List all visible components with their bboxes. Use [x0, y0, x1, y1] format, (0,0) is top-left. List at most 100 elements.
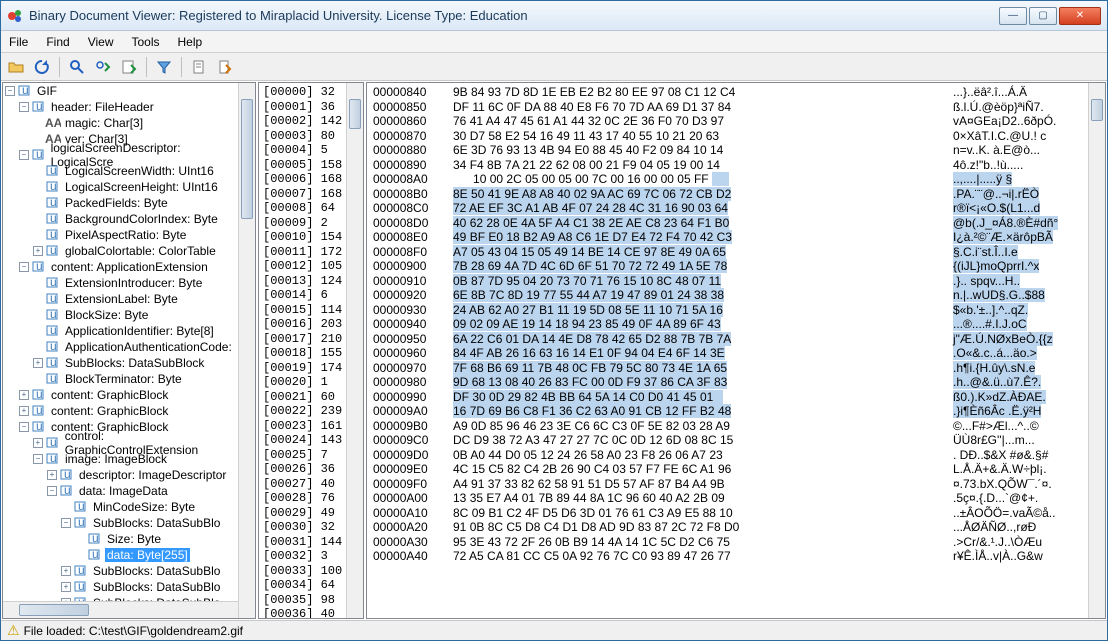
offset-row[interactable]: [00016] 203 [263, 317, 342, 332]
offset-row[interactable]: [00003] 80 [263, 129, 342, 144]
tree-node[interactable]: uBlockSize: Byte [3, 307, 238, 323]
hex-row[interactable]: 000008F0 A7 05 43 04 15 05 49 14 BE 14 C… [373, 245, 1082, 260]
offset-row[interactable]: [00026] 36 [263, 462, 342, 477]
hex-row[interactable]: 00000850 DF 11 6C 0F DA 88 40 E8 F6 70 7… [373, 100, 1082, 115]
hex-row[interactable]: 00000880 6E 3D 76 93 13 4B 94 E0 88 45 4… [373, 143, 1082, 158]
tree-node[interactable]: −uGIF [3, 83, 238, 99]
offset-row[interactable]: [00025] 7 [263, 448, 342, 463]
find-next-button[interactable] [92, 56, 114, 78]
offset-row[interactable]: [00034] 64 [263, 578, 342, 593]
tree-scroll-v[interactable] [238, 83, 255, 618]
tree-node[interactable]: +uSubBlocks: DataSubBlock [3, 355, 238, 371]
tree-node[interactable]: uApplicationIdentifier: Byte[8] [3, 323, 238, 339]
offset-row[interactable]: [00035] 98 [263, 593, 342, 608]
offset-row[interactable]: [00030] 32 [263, 520, 342, 535]
collapse-icon[interactable]: − [47, 486, 57, 496]
offset-row[interactable]: [00018] 155 [263, 346, 342, 361]
offsets-scroll-v[interactable] [346, 83, 363, 618]
offset-row[interactable]: [00022] 239 [263, 404, 342, 419]
hex-row[interactable]: 00000A30 95 3E 43 72 2F 26 0B B9 14 4A 1… [373, 535, 1082, 550]
tree-scroll-h[interactable] [3, 601, 238, 618]
expand-icon[interactable]: + [19, 390, 29, 400]
hex-row[interactable]: 00000950 6A 22 C6 01 DA 14 4E D8 78 42 6… [373, 332, 1082, 347]
tree-node[interactable]: uPackedFields: Byte [3, 195, 238, 211]
expand-icon[interactable]: + [61, 566, 71, 576]
tree-node[interactable]: +uglobalColortable: ColorTable [3, 243, 238, 259]
collapse-icon[interactable]: − [19, 150, 29, 160]
open-button[interactable] [5, 56, 27, 78]
offset-row[interactable]: [00009] 2 [263, 216, 342, 231]
hex-row[interactable]: 000009B0 A9 0D 85 96 46 23 3E C6 6C C3 0… [373, 419, 1082, 434]
expand-icon[interactable]: + [33, 438, 43, 448]
hex-row[interactable]: 00000A20 91 0B 8C C5 D8 C4 D1 D8 AD 9D 8… [373, 520, 1082, 535]
hex-row[interactable]: 00000870 30 D7 58 E2 54 16 49 11 43 17 4… [373, 129, 1082, 144]
offset-row[interactable]: [00005] 158 [263, 158, 342, 173]
tree-node[interactable]: +uSubBlocks: DataSubBlo [3, 563, 238, 579]
offset-row[interactable]: [00013] 124 [263, 274, 342, 289]
offset-row[interactable]: [00027] 40 [263, 477, 342, 492]
menu-file[interactable]: File [9, 35, 28, 49]
hex-row[interactable]: 00000970 7F 68 B6 69 11 7B 48 0C FB 79 5… [373, 361, 1082, 376]
offset-row[interactable]: [00031] 144 [263, 535, 342, 550]
tree-node[interactable]: +ucontent: GraphicBlock [3, 387, 238, 403]
hex-row[interactable]: 000008B0 8E 50 41 9E A8 A8 40 02 9A AC 6… [373, 187, 1082, 202]
offset-row[interactable]: [00017] 210 [263, 332, 342, 347]
tree-node[interactable]: uSize: Byte [3, 531, 238, 547]
doc-button[interactable] [188, 56, 210, 78]
tree-node[interactable]: +ucontent: GraphicBlock [3, 403, 238, 419]
expand-icon[interactable]: + [47, 470, 57, 480]
offset-row[interactable]: [00019] 174 [263, 361, 342, 376]
expand-icon[interactable]: + [19, 406, 29, 416]
tree-node[interactable]: uApplicationAuthenticationCode: [3, 339, 238, 355]
offset-row[interactable]: [00015] 114 [263, 303, 342, 318]
expand-icon[interactable]: + [61, 582, 71, 592]
maximize-button[interactable]: ▢ [1029, 7, 1057, 25]
hex-row[interactable]: 000009D0 0B A0 44 D0 05 12 24 26 58 A0 2… [373, 448, 1082, 463]
hex-row[interactable]: 00000A10 8C 09 B1 C2 4F D5 D6 3D 01 76 6… [373, 506, 1082, 521]
offset-row[interactable]: [00021] 60 [263, 390, 342, 405]
hex-row[interactable]: 00000960 84 4F AB 26 16 63 16 14 E1 0F 9… [373, 346, 1082, 361]
hex-row[interactable]: 00000890 34 F4 8B 7A 21 22 62 08 00 21 F… [373, 158, 1082, 173]
hex-row[interactable]: 000008E0 49 BF E0 18 B2 A9 A8 C6 1E D7 E… [373, 230, 1082, 245]
tree-node[interactable]: uBackgroundColorIndex: Byte [3, 211, 238, 227]
offset-row[interactable]: [00024] 143 [263, 433, 342, 448]
tree-node[interactable]: AAmagic: Char[3] [3, 115, 238, 131]
goto-button[interactable] [118, 56, 140, 78]
tree-node[interactable]: uExtensionIntroducer: Byte [3, 275, 238, 291]
hex-row[interactable]: 000008D0 40 62 28 0E 4A 5F A4 C1 38 2E A… [373, 216, 1082, 231]
hex-row[interactable]: 00000990 DF 30 0D 29 82 4B BB 64 5A 14 C… [373, 390, 1082, 405]
menu-help[interactable]: Help [178, 35, 203, 49]
tree-node[interactable]: uMinCodeSize: Byte [3, 499, 238, 515]
tree-node[interactable]: uLogicalScreenWidth: UInt16 [3, 163, 238, 179]
hex-row[interactable]: 00000920 6E 8B 7C 8D 19 77 55 44 A7 19 4… [373, 288, 1082, 303]
hex-row[interactable]: 00000840 9B 84 93 7D 8D 1E EB E2 B2 80 E… [373, 85, 1082, 100]
collapse-icon[interactable]: − [5, 86, 15, 96]
hex-scroll-v[interactable] [1088, 83, 1105, 618]
offset-row[interactable]: [00012] 105 [263, 259, 342, 274]
collapse-icon[interactable]: − [61, 518, 71, 528]
tree-node[interactable]: −uSubBlocks: DataSubBlo [3, 515, 238, 531]
offset-row[interactable]: [00023] 161 [263, 419, 342, 434]
menu-tools[interactable]: Tools [131, 35, 159, 49]
hex-row[interactable]: 000009A0 16 7D 69 B6 C8 F1 36 C2 63 A0 9… [373, 404, 1082, 419]
hex-row[interactable]: 00000860 76 41 A4 47 45 61 A1 44 32 0C 2… [373, 114, 1082, 129]
hex-row[interactable]: 00000910 0B 87 7D 95 04 20 73 70 71 76 1… [373, 274, 1082, 289]
collapse-icon[interactable]: − [19, 422, 29, 432]
offset-row[interactable]: [00011] 172 [263, 245, 342, 260]
offset-row[interactable]: [00014] 6 [263, 288, 342, 303]
hex-row[interactable]: 00000940 09 02 09 AE 19 14 18 94 23 85 4… [373, 317, 1082, 332]
offset-row[interactable]: [00000] 32 [263, 85, 342, 100]
expand-icon[interactable]: + [33, 358, 43, 368]
offset-row[interactable]: [00010] 154 [263, 230, 342, 245]
close-button[interactable]: ✕ [1059, 7, 1101, 25]
refresh-button[interactable] [31, 56, 53, 78]
hex-row[interactable]: 000008C0 72 AE EF 3C A1 AB 4F 07 24 28 4… [373, 201, 1082, 216]
tree-node[interactable]: uLogicalScreenHeight: UInt16 [3, 179, 238, 195]
hex-row[interactable]: 000009C0 DC D9 38 72 A3 47 27 27 7C 0C 0… [373, 433, 1082, 448]
hex-row[interactable]: 00000930 24 AB 62 A0 27 B1 11 19 5D 08 5… [373, 303, 1082, 318]
hex-row[interactable]: 000008A0 10 00 2C 05 00 05 00 7C 00 16 0… [373, 172, 1082, 187]
collapse-icon[interactable]: − [19, 102, 29, 112]
offset-row[interactable]: [00032] 3 [263, 549, 342, 564]
find-button[interactable] [66, 56, 88, 78]
offset-row[interactable]: [00029] 49 [263, 506, 342, 521]
